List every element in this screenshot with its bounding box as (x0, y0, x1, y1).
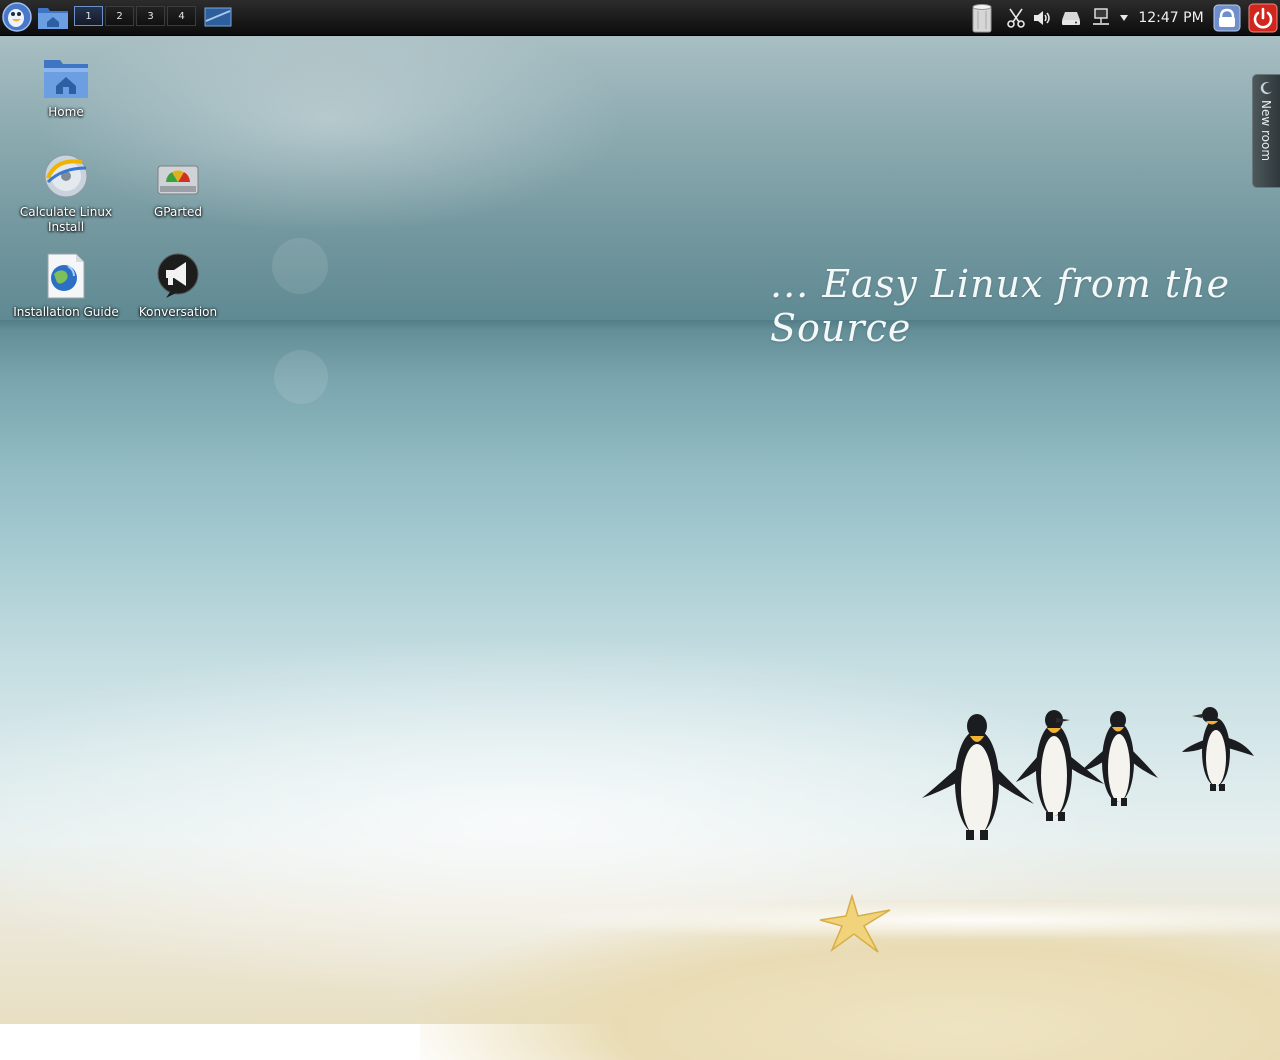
show-desktop-button[interactable] (202, 2, 234, 32)
clock[interactable]: 12:47 PM (1134, 0, 1208, 35)
starfish-image (819, 894, 891, 953)
clipboard-button[interactable] (1004, 0, 1028, 35)
device-notifier-button[interactable] (1058, 0, 1084, 35)
desktop-icon-calculate-linux-install[interactable]: Calculate Linux Install (10, 152, 122, 235)
desktop-icon-label: GParted (154, 205, 202, 219)
activity-tab-label: New room (1259, 100, 1273, 162)
home-folder-icon (38, 8, 68, 29)
installer-disc-icon (44, 154, 88, 198)
trash-icon (972, 3, 992, 32)
power-button[interactable] (1247, 0, 1279, 35)
home-folder-button[interactable] (36, 2, 70, 32)
scissors-icon (1007, 8, 1025, 28)
show-desktop-icon (204, 7, 232, 27)
workspace-3-button[interactable]: 3 (136, 6, 165, 26)
konversation-icon (157, 253, 199, 298)
desktop-icon-label: Installation Guide (13, 305, 119, 319)
chevron-down-icon (1120, 14, 1128, 21)
wallpaper-bokeh (274, 350, 328, 404)
penguin-image (1080, 711, 1158, 806)
wallpaper-slogan: ... Easy Linux from the Source (770, 262, 1231, 350)
volume-button[interactable] (1030, 0, 1054, 35)
workspace-pager: 1 2 3 4 (74, 6, 196, 26)
lock-icon (1213, 4, 1241, 31)
desktop-icon-konversation[interactable]: Konversation (122, 252, 234, 320)
desktop-icon-gparted[interactable]: GParted (122, 158, 234, 220)
device-icon (1062, 11, 1080, 25)
desktop-icon-installation-guide[interactable]: Installation Guide (10, 252, 122, 320)
home-folder-icon (44, 60, 88, 98)
speaker-icon (1034, 10, 1050, 25)
desktop-wallpaper (0, 0, 1280, 1024)
desktop-icon-label: Calculate Linux Install (19, 205, 113, 234)
top-panel: 1 2 3 4 12:47 PM (0, 0, 1280, 36)
wallpaper-bokeh (272, 238, 328, 294)
network-button[interactable] (1088, 0, 1114, 35)
workspace-4-button[interactable]: 4 (167, 6, 196, 26)
moon-icon (1260, 82, 1272, 95)
trash-button[interactable] (968, 0, 996, 35)
gparted-icon (157, 165, 199, 195)
workspace-2-button[interactable]: 2 (105, 6, 134, 26)
desktop-icon-label: Home (48, 105, 84, 119)
penguin-image (1182, 707, 1254, 791)
workspace-1-button[interactable]: 1 (74, 6, 103, 26)
lock-screen-button[interactable] (1212, 0, 1242, 35)
desktop-icon-label: Konversation (138, 305, 218, 319)
app-launcher-icon (2, 2, 32, 32)
network-icon (1093, 7, 1109, 25)
desktop-icon-home[interactable]: Home (10, 54, 122, 120)
tray-expand-button[interactable] (1116, 0, 1132, 35)
guide-document-icon (47, 253, 85, 299)
app-launcher-button[interactable] (0, 2, 34, 32)
power-icon (1248, 3, 1278, 32)
